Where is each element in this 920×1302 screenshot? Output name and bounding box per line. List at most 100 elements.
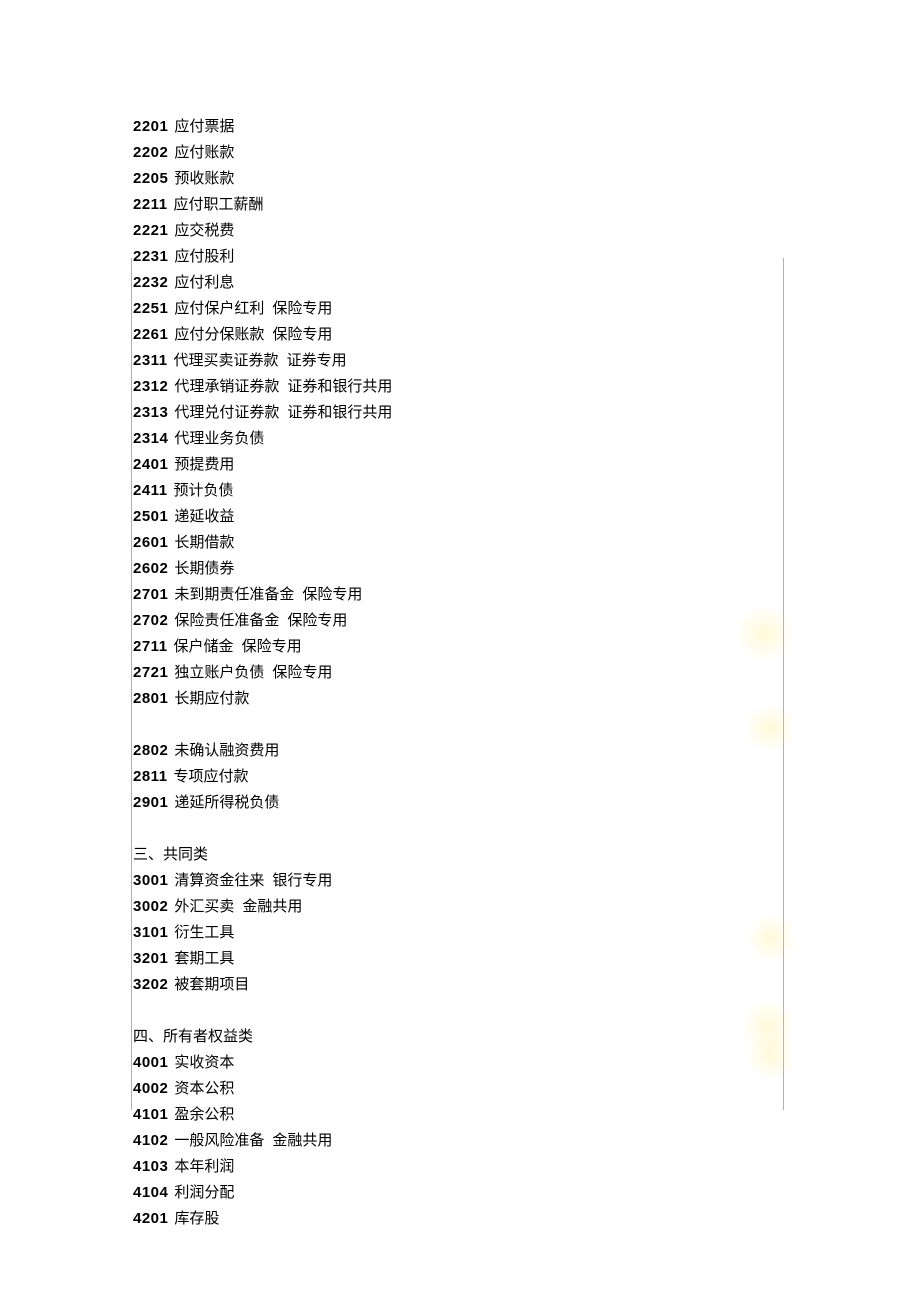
- account-row: 2232 应付利息: [133, 270, 787, 296]
- account-name: 专项应付款: [174, 769, 249, 785]
- account-code: 2232: [133, 274, 168, 291]
- account-note: 证券专用: [287, 353, 347, 369]
- account-code: 2251: [133, 300, 168, 317]
- account-row: 2205预收账款: [133, 166, 787, 192]
- account-name: 应付票据: [174, 119, 234, 135]
- account-row: 2601长期借款: [133, 530, 787, 556]
- account-row: 4101 盈余公积: [133, 1102, 787, 1128]
- account-name: 应付利息: [174, 275, 234, 291]
- account-code: 2901: [133, 794, 168, 811]
- account-code: 2501: [133, 508, 168, 525]
- account-code: 2221: [133, 222, 168, 239]
- account-code: 4002: [133, 1080, 168, 1097]
- account-row: 4103 本年利润: [133, 1154, 787, 1180]
- account-name: 本年利润: [174, 1159, 234, 1175]
- account-code: 2202: [133, 144, 168, 161]
- account-code: 2231: [133, 248, 168, 265]
- account-name: 应付股利: [174, 249, 234, 265]
- account-name: 预计负债: [174, 483, 234, 499]
- account-note: 金融共用: [242, 899, 302, 915]
- account-code: 2411: [133, 482, 168, 499]
- account-name: 保险责任准备金: [174, 613, 279, 629]
- account-code: 2313: [133, 404, 168, 421]
- account-name: 代理兑付证券款: [174, 405, 279, 421]
- account-code: 3101: [133, 924, 168, 941]
- account-code: 2401: [133, 456, 168, 473]
- account-row: 2901 递延所得税负债: [133, 790, 787, 816]
- account-code: 2602: [133, 560, 168, 577]
- section-heading: 四、所有者权益类: [133, 1024, 787, 1050]
- account-row: 2602 长期债券: [133, 556, 787, 582]
- account-name: 未确认融资费用: [174, 743, 279, 759]
- account-row: 2701未到期责任准备金保险专用: [133, 582, 787, 608]
- account-row: 3101衍生工具: [133, 920, 787, 946]
- account-name: 被套期项目: [174, 977, 249, 993]
- account-name: 资本公积: [174, 1081, 234, 1097]
- account-row: 4201 库存股: [133, 1206, 787, 1232]
- account-note: 金融共用: [272, 1133, 332, 1149]
- account-row: 3201套期工具: [133, 946, 787, 972]
- account-note: 证券和银行共用: [287, 379, 392, 395]
- blank-line: [133, 816, 787, 842]
- account-code: 4101: [133, 1106, 168, 1123]
- account-note: 证券和银行共用: [287, 405, 392, 421]
- account-name: 预收账款: [174, 171, 234, 187]
- column-left-rule: [131, 258, 132, 1110]
- account-row: 2313 代理兑付证券款证券和银行共用: [133, 400, 787, 426]
- account-code: 2711: [133, 638, 168, 655]
- account-name: 代理承销证券款: [174, 379, 279, 395]
- account-name: 未到期责任准备金: [174, 587, 294, 603]
- account-row: 2221 应交税费: [133, 218, 787, 244]
- account-name: 应付分保账款: [174, 327, 264, 343]
- account-code: 4102: [133, 1132, 168, 1149]
- account-name: 盈余公积: [174, 1107, 234, 1123]
- account-note: 保险专用: [242, 639, 302, 655]
- account-row: 2711 保户储金保险专用: [133, 634, 787, 660]
- account-row: 4001 实收资本: [133, 1050, 787, 1076]
- account-code: 4201: [133, 1210, 168, 1227]
- account-name: 清算资金往来: [174, 873, 264, 889]
- account-name: 应付账款: [174, 145, 234, 161]
- account-row: 2251 应付保户红利保险专用: [133, 296, 787, 322]
- account-row: 2202 应付账款: [133, 140, 787, 166]
- account-note: 保险专用: [287, 613, 347, 629]
- account-row: 2312代理承销证券款证券和银行共用: [133, 374, 787, 400]
- account-code: 4103: [133, 1158, 168, 1175]
- account-code: 2721: [133, 664, 168, 681]
- account-name: 应付保户红利: [174, 301, 264, 317]
- account-name: 递延收益: [174, 509, 234, 525]
- account-note: 保险专用: [272, 327, 332, 343]
- account-code: 4001: [133, 1054, 168, 1071]
- account-name: 套期工具: [174, 951, 234, 967]
- account-note: 保险专用: [272, 665, 332, 681]
- content-area: 2201应付票据2202应付账款2205预收账款2211应付职工薪酬2221应交…: [133, 114, 787, 1232]
- account-row: 2231 应付股利: [133, 244, 787, 270]
- account-name: 库存股: [174, 1211, 219, 1227]
- account-name: 长期债券: [174, 561, 234, 577]
- account-code: 3002: [133, 898, 168, 915]
- account-name: 应交税费: [174, 223, 234, 239]
- account-code: 3202: [133, 976, 168, 993]
- account-name: 递延所得税负债: [174, 795, 279, 811]
- account-name: 长期借款: [174, 535, 234, 551]
- account-note: 银行专用: [272, 873, 332, 889]
- blank-line: [133, 998, 787, 1024]
- account-row: 2811 专项应付款: [133, 764, 787, 790]
- account-row: 3202 被套期项目: [133, 972, 787, 998]
- account-name: 保户储金: [174, 639, 234, 655]
- account-row: 2211应付职工薪酬: [133, 192, 787, 218]
- account-code: 2211: [133, 196, 168, 213]
- account-code: 4104: [133, 1184, 168, 1201]
- account-row: 3001清算资金往来银行专用: [133, 868, 787, 894]
- account-note: 保险专用: [272, 301, 332, 317]
- account-name: 代理业务负债: [174, 431, 264, 447]
- account-row: 4102一般风险准备金融共用: [133, 1128, 787, 1154]
- account-row: 2501 递延收益: [133, 504, 787, 530]
- account-row: 2311代理买卖证券款证券专用: [133, 348, 787, 374]
- account-name: 实收资本: [174, 1055, 234, 1071]
- account-code: 2811: [133, 768, 168, 785]
- account-name: 独立账户负债: [174, 665, 264, 681]
- account-row: 2721 独立账户负债保险专用: [133, 660, 787, 686]
- account-row: 2411 预计负债: [133, 478, 787, 504]
- account-row: 2261应付分保账款保险专用: [133, 322, 787, 348]
